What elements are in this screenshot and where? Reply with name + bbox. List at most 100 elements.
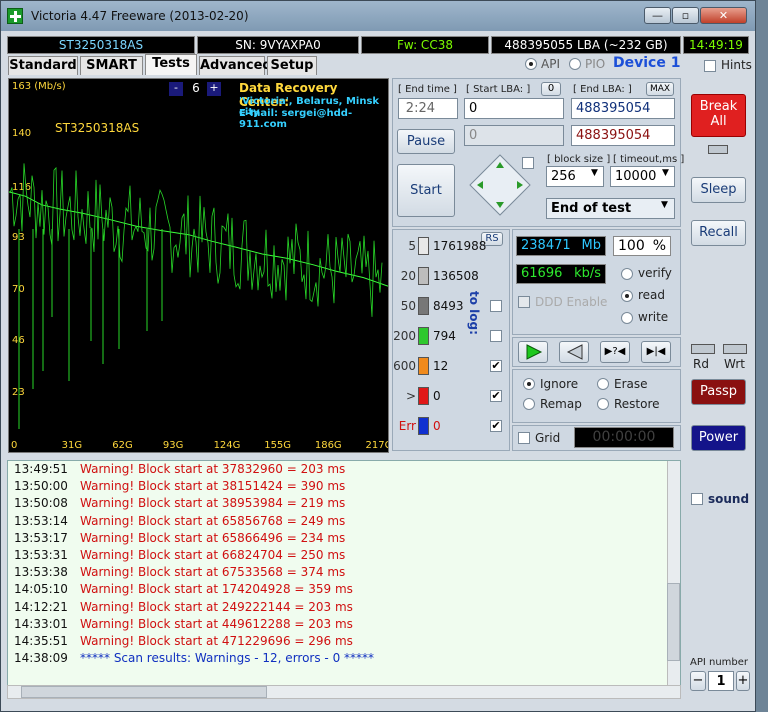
log-message: ***** Scan results: Warnings - 12, error… (80, 651, 375, 666)
log-scroll-thumb[interactable] (667, 583, 680, 661)
remap-radio[interactable] (523, 398, 535, 410)
end-lba-label: [ End LBA: ] (573, 84, 632, 95)
threshold-label: 600 (393, 359, 416, 373)
current-end-lba-field: 488395054 (571, 125, 675, 146)
api-number-field[interactable]: 1 (708, 671, 734, 691)
threshold-label: 200 (393, 329, 416, 343)
sound-label: sound (708, 492, 750, 506)
passport-button[interactable]: Passp (691, 379, 746, 405)
log-entry: 14:38:09 ***** Scan results: Warnings - 1… (8, 650, 680, 667)
log-time: 14:38:09 (14, 651, 68, 666)
pause-button[interactable]: Pause (397, 129, 455, 154)
log-checkbox[interactable]: ✔ (490, 420, 502, 432)
threshold-label: > (405, 389, 416, 403)
pio-label: PIO (585, 57, 606, 71)
break-all-button[interactable]: Break All (691, 94, 746, 137)
power-button[interactable]: Power (691, 425, 746, 451)
close-button[interactable]: ✕ (700, 7, 747, 24)
end-lba-max-button[interactable]: MAX (646, 82, 674, 96)
sleep-button[interactable]: Sleep (691, 177, 746, 203)
end-time-field[interactable]: 2:24 (398, 98, 458, 119)
elapsed-timer: 00:00:00 (574, 427, 674, 448)
log-entry: 14:12:21 Warning! Block start at 24922214… (8, 599, 680, 616)
sound-checkbox[interactable] (691, 493, 703, 505)
log-entry: 14:05:10 Warning! Block start at 17420492… (8, 581, 680, 598)
log-time: 13:53:31 (14, 547, 68, 562)
block-color-swatch (418, 387, 429, 405)
log-checkbox[interactable]: ✔ (490, 390, 502, 402)
recall-button[interactable]: Recall (691, 220, 746, 246)
x-tick: 186G (315, 440, 342, 451)
app-cross-icon (7, 8, 23, 24)
threshold-label: 20 (400, 269, 416, 283)
block-color-swatch (418, 357, 429, 375)
play-icon[interactable] (518, 341, 548, 363)
restore-radio[interactable] (597, 398, 609, 410)
end-time-label: [ End time ] (398, 84, 457, 95)
read-label: read (638, 288, 666, 302)
ignore-radio[interactable] (523, 378, 535, 390)
api-number-minus[interactable]: − (690, 671, 706, 691)
grid-checkbox[interactable] (518, 432, 530, 444)
chevron-down-icon: ▼ (591, 168, 598, 178)
end-lba-field[interactable]: 488395054 (571, 98, 675, 119)
current-lba-field: 0 (464, 125, 564, 146)
log-checkbox[interactable]: ✔ (490, 360, 502, 372)
test-mode-select[interactable]: End of test (546, 198, 675, 219)
erase-radio[interactable] (597, 378, 609, 390)
log-entry: 13:53:31 Warning! Block start at 66824704… (8, 547, 680, 564)
log-time: 14:35:51 (14, 633, 68, 648)
progress-percent: 100 % (613, 236, 671, 256)
device-label: Device 1 (613, 55, 681, 71)
block-size-label: [ block size ] (547, 154, 611, 165)
tab-standard[interactable]: Standard (8, 56, 78, 75)
maximize-button[interactable]: ▫ (672, 7, 699, 24)
read-radio[interactable] (621, 290, 633, 302)
pio-radio[interactable] (569, 58, 581, 70)
erase-label: Erase (614, 377, 648, 391)
restore-label: Restore (614, 397, 660, 411)
grid-label: Grid (535, 431, 561, 445)
log-time: 14:33:01 (14, 616, 68, 631)
log-message: Warning! Block start at 38953984 = 219 m… (80, 496, 346, 511)
title-bar: Victoria 4.47 Freeware (2013-02-20) — ▫ … (1, 1, 755, 31)
block-count: 0 (433, 389, 441, 403)
start-lba-label: [ Start LBA: ] (466, 84, 531, 95)
block-color-swatch (418, 237, 429, 255)
log-checkbox[interactable] (490, 300, 502, 312)
log-hscroll-thumb[interactable] (21, 686, 267, 698)
reverse-checkbox[interactable] (522, 157, 534, 169)
write-radio[interactable] (621, 312, 633, 324)
api-radio[interactable] (525, 58, 537, 70)
log-entry: 13:50:08 Warning! Block start at 38953984… (8, 495, 680, 512)
block-count: 12 (433, 359, 449, 373)
log-checkbox[interactable] (490, 330, 502, 342)
threshold-label: 50 (400, 299, 416, 313)
rewind-icon[interactable] (559, 341, 589, 363)
hints-checkbox[interactable] (704, 60, 716, 72)
block-count: 0 (433, 419, 441, 433)
lba-capacity: 488395055 LBA (~232 GB) (491, 36, 681, 54)
minimize-button[interactable]: — (644, 7, 671, 24)
step-end-icon[interactable]: ▶|◀ (641, 341, 671, 363)
wrt-led (723, 344, 747, 354)
start-lba-field[interactable]: 0 (464, 98, 564, 119)
log-entry: 14:35:51 Warning! Block start at 47122969… (8, 633, 680, 650)
tab-smart[interactable]: SMART (80, 56, 143, 75)
chevron-down-icon: ▼ (661, 200, 668, 210)
log-time: 13:50:00 (14, 479, 68, 494)
read-speed-value: 61696 (521, 266, 563, 281)
verify-radio[interactable] (621, 268, 633, 280)
tab-advanced[interactable]: Advanced (199, 56, 272, 75)
log-time: 13:53:14 (14, 513, 68, 528)
processed-mb: 238471 Mb (516, 236, 606, 256)
start-button[interactable]: Start (397, 164, 455, 217)
log-message: Warning! Block start at 66824704 = 250 m… (80, 547, 346, 562)
tab-tests[interactable]: Tests (145, 54, 197, 75)
start-lba-zero-button[interactable]: 0 (541, 82, 561, 96)
log-entry: 13:53:38 Warning! Block start at 67533568… (8, 564, 680, 581)
api-number-plus[interactable]: + (736, 671, 750, 691)
ddd-checkbox[interactable] (518, 296, 530, 308)
skip-unknown-icon[interactable]: ▶?◀ (600, 341, 630, 363)
tab-setup[interactable]: Setup (267, 56, 317, 75)
